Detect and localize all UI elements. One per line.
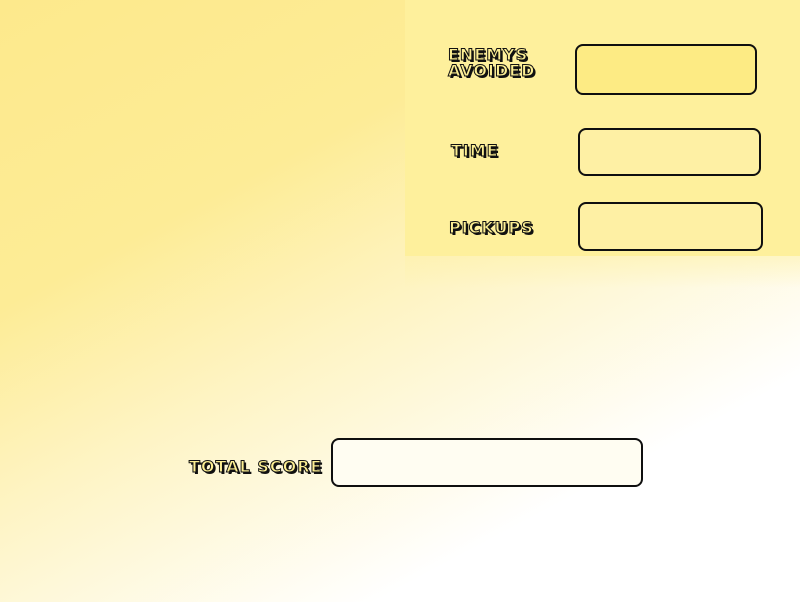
total-score-field [331,438,643,487]
pickups-label: PICKUPS [449,218,534,237]
total-score-label: TOTAL SCORE [188,457,323,476]
score-screen: ENEMYS AVOIDED TIME PICKUPS TOTAL SCORE [0,0,800,602]
enemys-avoided-field [575,44,757,95]
time-field [578,128,761,176]
pickups-field [578,202,763,251]
stats-panel-fade [405,256,800,288]
time-label: TIME [451,141,499,160]
enemys-avoided-label: ENEMYS AVOIDED [447,45,536,80]
